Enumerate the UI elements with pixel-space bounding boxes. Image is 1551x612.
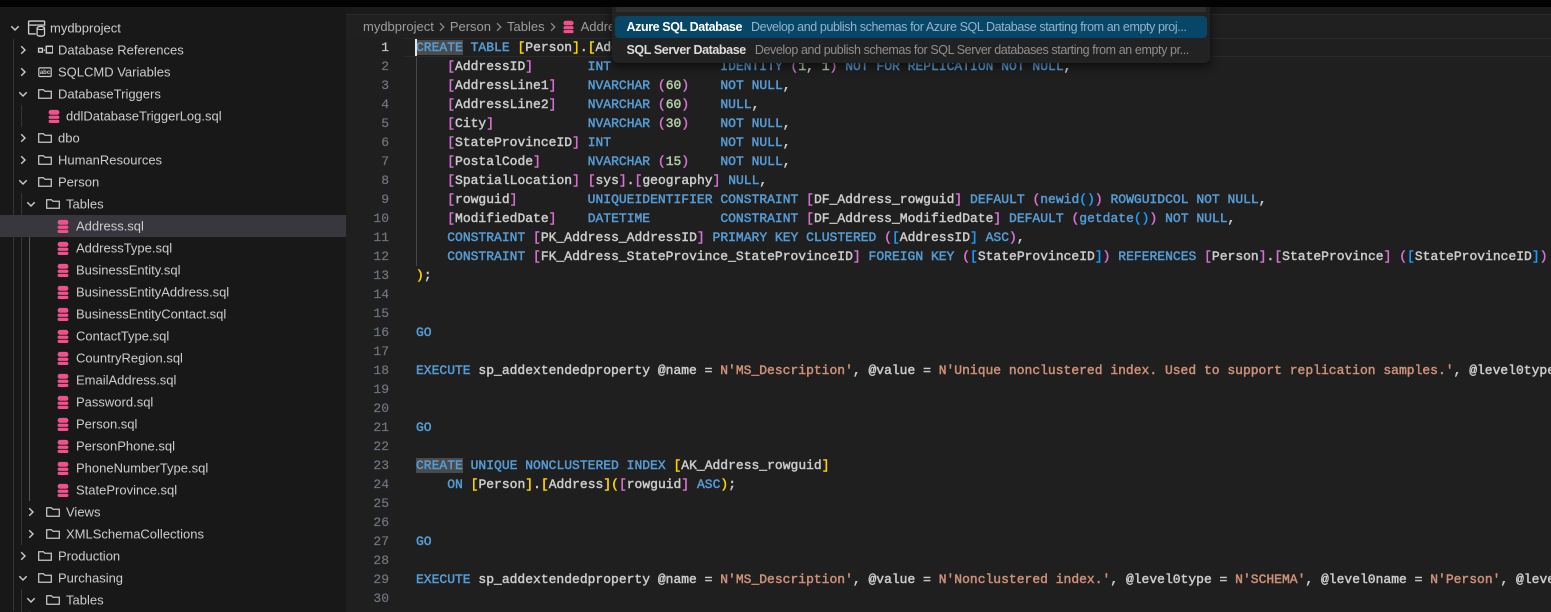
- svg-text:abc: abc: [40, 70, 51, 76]
